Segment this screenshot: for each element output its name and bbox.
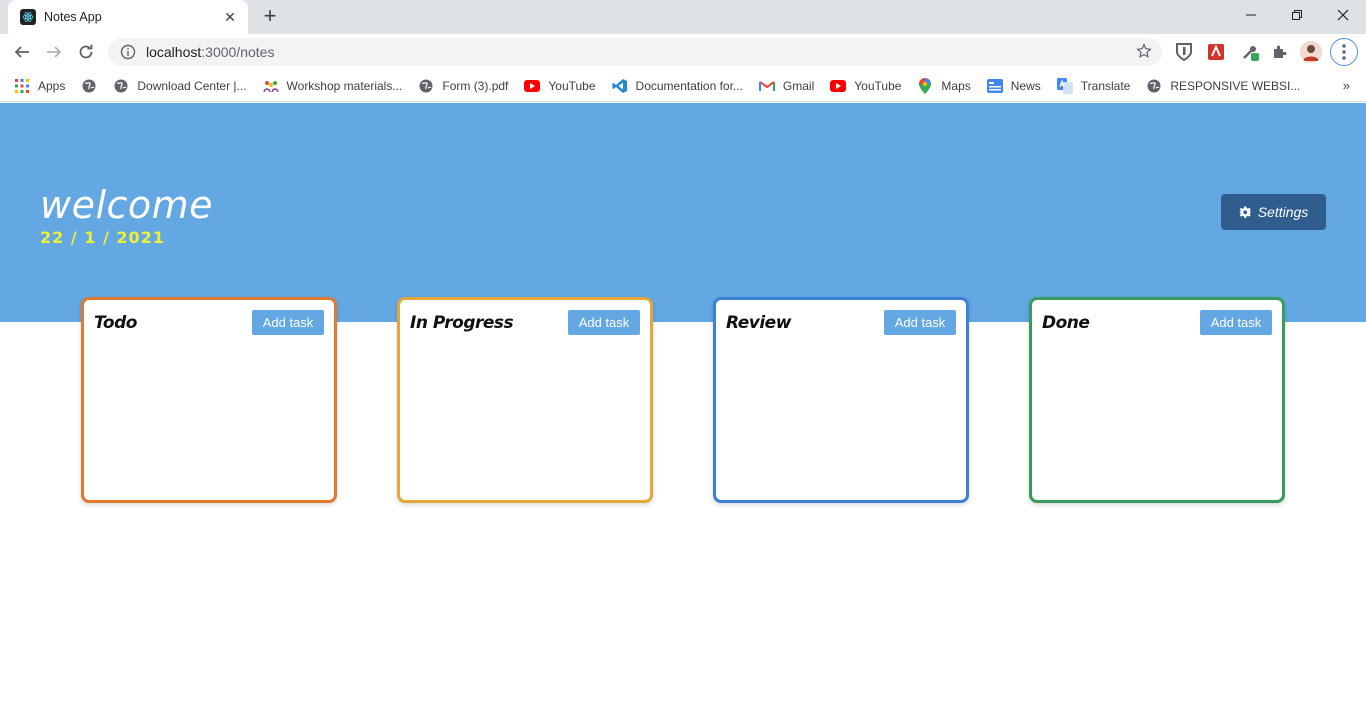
- bookmark-news[interactable]: News: [986, 78, 1041, 94]
- add-task-button-done[interactable]: Add task: [1200, 310, 1272, 335]
- bookmark-youtube-1[interactable]: YouTube: [524, 78, 596, 94]
- bookmark-apps[interactable]: Apps: [14, 78, 65, 94]
- column-title: Todo: [94, 313, 137, 333]
- bookmark-label: Maps: [941, 78, 971, 93]
- tab-title: Notes App: [44, 10, 102, 24]
- column-review: Review Add task: [713, 297, 969, 503]
- bookmark-download-center[interactable]: Download Center |...: [113, 78, 247, 94]
- welcome-heading: welcome: [40, 183, 214, 227]
- reload-icon[interactable]: [72, 38, 100, 66]
- minimize-button[interactable]: [1228, 0, 1274, 30]
- bookmark-responsive-website[interactable]: RESPONSIVE WEBSI...: [1146, 78, 1300, 94]
- shield-extension-icon[interactable]: [1174, 42, 1194, 62]
- bookmark-workshop-materials[interactable]: Workshop materials...: [262, 78, 403, 94]
- bookmark-gmail[interactable]: Gmail: [758, 78, 815, 94]
- add-task-button-in-progress[interactable]: Add task: [568, 310, 640, 335]
- add-task-button-todo[interactable]: Add task: [252, 310, 324, 335]
- bookmark-label: Workshop materials...: [286, 78, 403, 93]
- column-in-progress: In Progress Add task: [397, 297, 653, 503]
- current-date: 22 / 1 / 2021: [40, 228, 165, 247]
- globe-icon: [113, 78, 129, 94]
- bookmark-label: Download Center |...: [137, 78, 247, 93]
- column-done: Done Add task: [1029, 297, 1285, 503]
- bookmark-globe[interactable]: [81, 78, 105, 94]
- bookmarks-bar: Apps Download Center |... Workshop mater…: [0, 70, 1366, 102]
- column-title: Done: [1042, 313, 1090, 333]
- bookmark-youtube-2[interactable]: YouTube: [830, 78, 901, 94]
- add-task-button-review[interactable]: Add task: [884, 310, 956, 335]
- people-icon: [262, 78, 279, 94]
- back-icon[interactable]: [8, 38, 36, 66]
- translate-icon: [1056, 77, 1073, 94]
- notes-app: welcome 22 / 1 / 2021 Settings Todo Add …: [0, 103, 1366, 728]
- red-extension-icon[interactable]: [1206, 42, 1226, 62]
- close-window-button[interactable]: [1320, 0, 1366, 30]
- gmail-icon: [758, 78, 775, 94]
- settings-label: Settings: [1257, 204, 1309, 220]
- new-tab-button[interactable]: +: [258, 5, 282, 29]
- bookmark-label: YouTube: [548, 78, 596, 93]
- column-title: Review: [726, 313, 791, 333]
- bookmark-label: Translate: [1080, 78, 1131, 93]
- bookmark-label: Form (3).pdf: [442, 78, 509, 93]
- bookmark-label: Apps: [38, 78, 66, 93]
- settings-button[interactable]: Settings: [1221, 194, 1326, 230]
- address-bar[interactable]: localhost:3000/notes: [108, 38, 1162, 66]
- bookmark-maps[interactable]: Maps: [917, 77, 971, 94]
- tab-strip: Notes App ✕ +: [0, 0, 1366, 34]
- news-icon: [986, 78, 1003, 94]
- browser-toolbar: localhost:3000/notes: [0, 34, 1366, 70]
- more-bookmarks-button[interactable]: »: [1343, 78, 1350, 93]
- url-text: localhost:3000/notes: [146, 44, 275, 60]
- column-title: In Progress: [410, 313, 514, 333]
- bookmark-label: Gmail: [782, 78, 815, 93]
- eyedropper-extension-icon[interactable]: [1240, 42, 1260, 62]
- bookmark-translate[interactable]: Translate: [1056, 77, 1131, 94]
- profile-avatar[interactable]: [1300, 41, 1322, 63]
- column-todo: Todo Add task: [81, 297, 337, 503]
- apps-grid-icon: [14, 78, 30, 94]
- globe-icon: [1146, 78, 1162, 94]
- react-icon: [20, 9, 36, 25]
- gear-icon: [1238, 206, 1252, 219]
- bookmark-form-pdf[interactable]: Form (3).pdf: [418, 78, 508, 94]
- forward-icon[interactable]: [40, 38, 68, 66]
- tab-notes-app[interactable]: Notes App ✕: [8, 0, 248, 34]
- vscode-icon: [612, 78, 628, 94]
- close-tab-icon[interactable]: ✕: [222, 9, 238, 26]
- restore-button[interactable]: [1274, 0, 1320, 30]
- bookmark-label: News: [1010, 78, 1041, 93]
- youtube-icon: [524, 78, 541, 94]
- hero-header: welcome 22 / 1 / 2021 Settings: [0, 103, 1366, 322]
- bookmark-label: YouTube: [854, 78, 902, 93]
- bookmark-label: RESPONSIVE WEBSI...: [1170, 78, 1301, 93]
- info-icon[interactable]: [120, 44, 136, 60]
- puzzle-extensions-icon[interactable]: [1270, 42, 1290, 62]
- youtube-icon: [830, 78, 847, 94]
- maps-icon: [917, 77, 933, 94]
- bookmark-documentation[interactable]: Documentation for...: [612, 78, 743, 94]
- globe-icon: [418, 78, 434, 94]
- bookmark-label: Documentation for...: [635, 78, 743, 93]
- globe-icon: [81, 78, 97, 94]
- bookmark-star-icon[interactable]: [1136, 43, 1152, 64]
- browser-menu-icon[interactable]: [1330, 38, 1358, 66]
